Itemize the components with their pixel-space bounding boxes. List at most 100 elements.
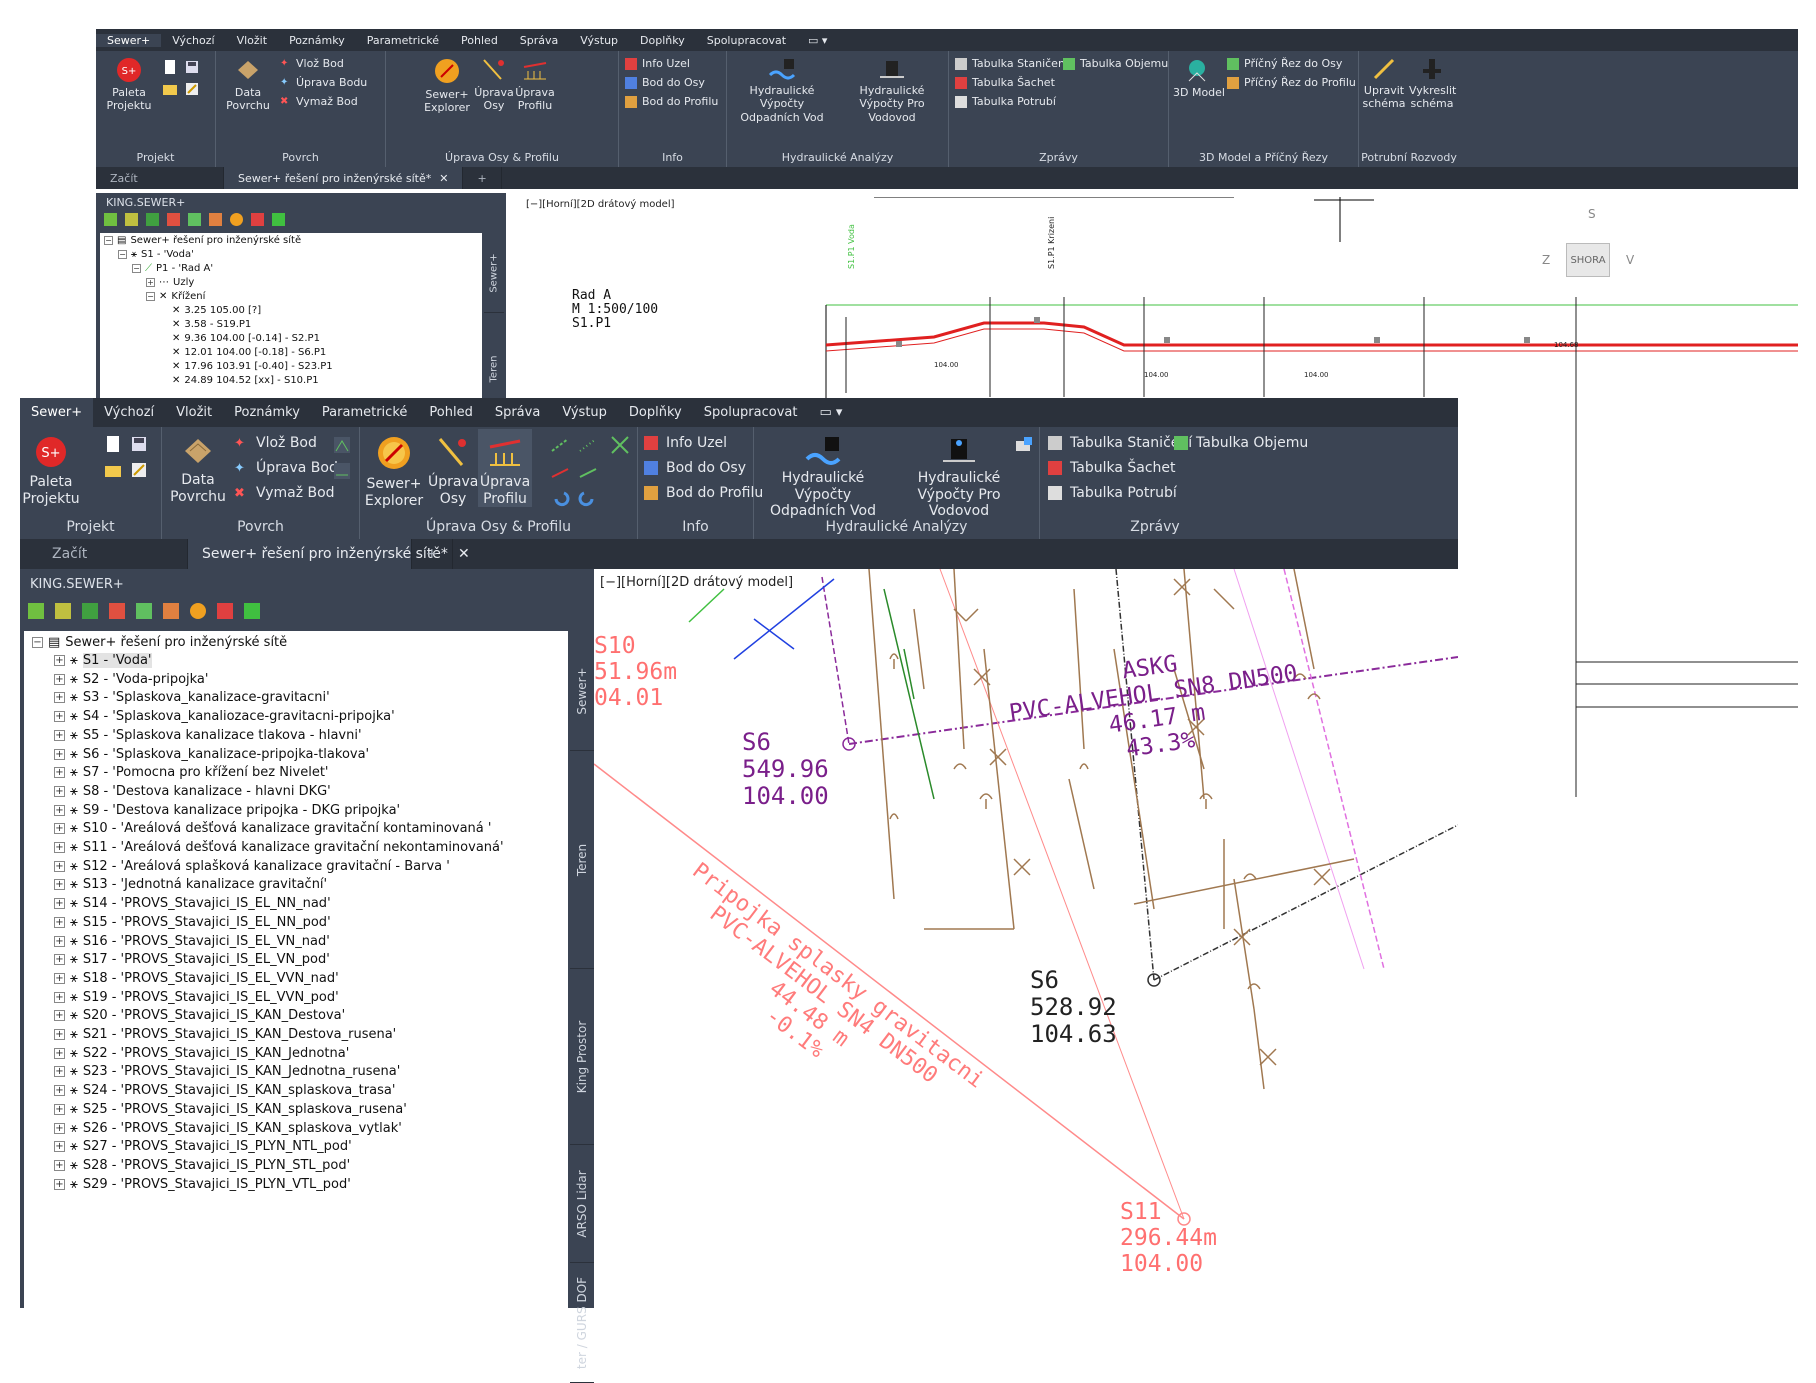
expand-icon[interactable]: +: [54, 729, 65, 741]
menu-parametricke[interactable]: Parametrické: [311, 405, 418, 420]
close-icon[interactable]: ✕: [458, 546, 470, 562]
back-tab-start[interactable]: Začít: [96, 167, 224, 189]
menu-sprava[interactable]: Správa: [484, 405, 551, 420]
tab-doc[interactable]: Sewer+ řešení pro inženýrské sítě* ✕: [188, 539, 470, 569]
expand-icon[interactable]: +: [54, 767, 65, 779]
hydr-vodovod-button[interactable]: Hydraulické Výpočty Pro Vodovod: [892, 435, 1026, 520]
back-tab-doc[interactable]: Sewer+ řešení pro inženýrské sítě* ✕: [224, 167, 464, 189]
menu-doplnky[interactable]: Doplňky: [618, 405, 693, 420]
back-bod-profilu-button[interactable]: Bod do Profilu: [625, 95, 718, 108]
tree-item-s1[interactable]: + ⚹ S1 - 'Voda': [54, 653, 152, 668]
new-file-icon[interactable]: [162, 59, 178, 75]
back-menu-spolupracovat[interactable]: Spolupracovat: [696, 34, 797, 47]
uprava-profilu-button[interactable]: Úprava Profilu: [478, 429, 532, 507]
back-tree-krizeni[interactable]: − ✕ Křížení: [146, 291, 205, 302]
tool-4-icon[interactable]: [167, 213, 180, 226]
tool-3-icon[interactable]: [146, 213, 159, 226]
back-paleta-button[interactable]: S+ Paleta Projektu: [102, 57, 156, 113]
menu-vychozi[interactable]: Výchozí: [93, 405, 165, 420]
tool-7-icon[interactable]: [230, 213, 243, 226]
tree-item-s26[interactable]: + ⚹ S26 - 'PROVS_Stavajici_IS_KAN_splaskov…: [54, 1121, 402, 1136]
back-tree-k3[interactable]: ✕ 9.36 104.00 [-0.14] - S2.P1: [172, 333, 320, 344]
bod-do-osy-button[interactable]: Bod do Osy: [644, 460, 746, 476]
back-side-tab-sewer[interactable]: Sewer+: [484, 233, 504, 313]
back-potrubi-button[interactable]: Tabulka Potrubí: [955, 95, 1056, 108]
info-uzel-button[interactable]: Info Uzel: [644, 435, 727, 451]
tree-item-s19[interactable]: + ⚹ S19 - 'PROVS_Stavajici_IS_EL_VVN_pod': [54, 990, 339, 1005]
back-tree-k1[interactable]: ✕ 3.25 105.00 [?]: [172, 305, 261, 316]
expand-icon[interactable]: +: [54, 1010, 65, 1022]
tree-item-s12[interactable]: + ⚹ S12 - 'Areálová splašková kanalizace g…: [54, 859, 450, 874]
tool-6-icon[interactable]: [209, 213, 222, 226]
back-rez-osy-button[interactable]: Příčný Řez do Osy: [1227, 57, 1342, 70]
tree-item-s24[interactable]: + ⚹ S24 - 'PROVS_Stavajici_IS_KAN_splaskov…: [54, 1083, 395, 1098]
tool-5-icon[interactable]: [188, 213, 201, 226]
tree-item-s29[interactable]: + ⚹ S29 - 'PROVS_Stavajici_IS_PLYN_VTL_pod…: [54, 1177, 351, 1192]
tree-item-s17[interactable]: + ⚹ S17 - 'PROVS_Stavajici_IS_EL_VN_pod': [54, 952, 330, 967]
tab-add-icon[interactable]: +: [412, 539, 453, 569]
vymaz-bod-button[interactable]: ✖ Vymaž Bod: [234, 485, 335, 501]
expand-icon[interactable]: +: [54, 1103, 65, 1115]
side-tab-sewer[interactable]: Sewer+: [570, 631, 594, 751]
save-icon[interactable]: [130, 435, 148, 453]
tabulka-potrubi-button[interactable]: Tabulka Potrubí: [1048, 485, 1177, 501]
cad-viewport[interactable]: [−][Horní][2D drátový model] S10 51.96m …: [594, 569, 1458, 1308]
expand-icon[interactable]: +: [54, 1122, 65, 1134]
side-tab-gurs-dof[interactable]: ter / GURS DOF: [570, 1263, 594, 1383]
surface-tool-1-icon[interactable]: [332, 435, 352, 455]
axis-tool-5-icon[interactable]: [610, 435, 630, 455]
tree-item-s2[interactable]: + ⚹ S2 - 'Voda-pripojka': [54, 672, 208, 687]
back-rez-profilu-button[interactable]: Příčný Řez do Profilu: [1227, 76, 1356, 89]
expand-icon[interactable]: +: [54, 991, 65, 1003]
back-tree-k4[interactable]: ✕ 12.01 104.00 [-0.18] - S6.P1: [172, 347, 326, 358]
viewcube[interactable]: S Z SHORA V: [1534, 207, 1654, 317]
tree-item-s10[interactable]: + ⚹ S10 - 'Areálová dešťová kanalizace gra…: [54, 821, 491, 836]
save-icon[interactable]: [184, 59, 200, 75]
expand-icon[interactable]: +: [54, 1066, 65, 1078]
tool-9-icon[interactable]: [244, 603, 260, 619]
hydr-odpadni-button[interactable]: Hydraulické Výpočty Odpadních Vod: [756, 435, 890, 520]
tree-item-s18[interactable]: + ⚹ S18 - 'PROVS_Stavajici_IS_EL_VVN_nad': [54, 971, 339, 986]
menu-extra-icon[interactable]: ▭ ▾: [808, 405, 853, 420]
tabulka-sachet-button[interactable]: Tabulka Šachet: [1048, 460, 1176, 476]
back-data-povrchu-button[interactable]: Data Povrchu: [224, 57, 272, 113]
back-3d-model-button[interactable]: 3D Model: [1173, 57, 1225, 99]
back-tree-s1[interactable]: − ⚹ S1 - 'Voda': [118, 249, 194, 260]
axis-tool-1-icon[interactable]: [550, 435, 570, 455]
tool-1-icon[interactable]: [104, 213, 117, 226]
data-povrchu-button[interactable]: Data Povrchu: [170, 435, 226, 505]
expand-icon[interactable]: +: [54, 711, 65, 723]
expand-icon[interactable]: +: [54, 785, 65, 797]
back-uprava-bodu-button[interactable]: ✦ Úprava Bodu: [280, 76, 367, 89]
expand-icon[interactable]: +: [54, 916, 65, 928]
tree-root[interactable]: − ▤ Sewer+ řešení pro inženýrské sítě: [32, 635, 287, 650]
tool-9-icon[interactable]: [272, 213, 285, 226]
tree-item-s28[interactable]: + ⚹ S28 - 'PROVS_Stavajici_IS_PLYN_STL_pod…: [54, 1158, 350, 1173]
menu-pohled[interactable]: Pohled: [418, 405, 483, 420]
tool-5-icon[interactable]: [136, 603, 152, 619]
uprava-osy-button[interactable]: Úprava Osy: [428, 435, 478, 507]
expand-icon[interactable]: +: [54, 655, 65, 666]
expand-icon[interactable]: +: [54, 804, 65, 816]
back-tree-k6[interactable]: ✕ 24.89 104.52 [xx] - S10.P1: [172, 375, 319, 386]
tool-8-icon[interactable]: [217, 603, 233, 619]
tool-4-icon[interactable]: [109, 603, 125, 619]
back-stanice-button[interactable]: Tabulka Staničení: [955, 57, 1068, 70]
tree-item-s8[interactable]: + ⚹ S8 - 'Destova kanalizace - hlavni DKG': [54, 784, 331, 799]
expand-icon[interactable]: +: [54, 1029, 65, 1040]
sewer-explorer-button[interactable]: Sewer+ Explorer: [362, 435, 426, 509]
back-sachet-button[interactable]: Tabulka Šachet: [955, 76, 1055, 89]
expand-icon[interactable]: +: [54, 972, 65, 984]
back-tree-root[interactable]: − ▤ Sewer+ řešení pro inženýrské sítě: [104, 235, 301, 246]
expand-icon[interactable]: +: [54, 823, 65, 835]
expand-icon[interactable]: +: [54, 692, 65, 704]
back-vykreslit-schema-button[interactable]: Vykreslit schéma: [1409, 57, 1456, 111]
close-icon[interactable]: ✕: [439, 172, 448, 185]
edit-icon[interactable]: [184, 81, 200, 97]
back-menu-poznamky[interactable]: Poznámky: [278, 34, 356, 47]
new-file-icon[interactable]: [104, 435, 122, 453]
tool-7-icon[interactable]: [190, 603, 206, 619]
expand-icon[interactable]: +: [54, 954, 65, 966]
folder-icon[interactable]: [104, 461, 122, 479]
tree-item-s5[interactable]: + ⚹ S5 - 'Splaskova kanalizace tlakova - h…: [54, 728, 362, 743]
